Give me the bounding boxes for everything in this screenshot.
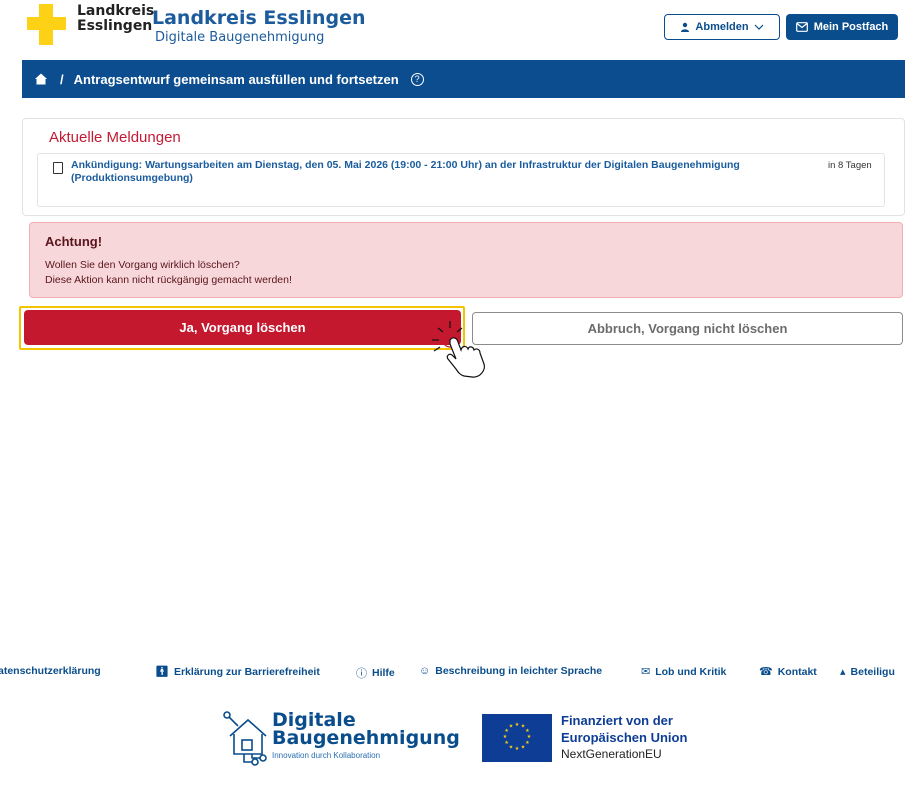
footer-link-label: Beteiligu — [850, 665, 895, 678]
hand-cursor-icon — [432, 321, 485, 378]
footer-link-label: Hilfe — [372, 667, 395, 679]
svg-text:★: ★ — [509, 724, 514, 730]
user-icon — [681, 22, 690, 32]
logout-button[interactable]: Abmelden — [664, 14, 780, 40]
breadcrumb-current: Antragsentwurf gemeinsam ausfüllen und f… — [73, 71, 399, 87]
footer-link-beteiligung[interactable]: ▴ Beteiligu — [840, 665, 895, 679]
breadcrumb-separator: / — [60, 71, 64, 87]
footer-link-kontakt[interactable]: ☎ Kontakt — [759, 665, 817, 679]
site-header: Landkreis Esslingen Landkreis Esslingen … — [0, 0, 905, 58]
footer-link-lob-kritik[interactable]: ✉ Lob und Kritik — [641, 665, 727, 679]
person-icon: ▴ — [840, 666, 846, 678]
logo-wordmark: Landkreis Esslingen — [77, 4, 154, 34]
svg-text:★: ★ — [521, 744, 526, 750]
help-icon: ⓘ — [356, 668, 367, 680]
footer-link-label: atenschutzerklärung — [0, 665, 101, 677]
announcement-link[interactable]: Ankündigung: Wartungsarbeiten am Diensta… — [71, 159, 823, 185]
footer-link-hilfe[interactable]: ⓘ Hilfe — [356, 665, 395, 681]
alert-title: Achtung! — [45, 234, 103, 249]
confirm-delete-button[interactable]: Ja, Vorgang löschen — [24, 310, 461, 345]
db-logo-line2: Baugenehmigung — [272, 727, 460, 749]
help-icon[interactable]: ? — [410, 72, 424, 86]
eu-line3: NextGenerationEU — [561, 747, 662, 761]
eu-line1: Finanziert von der — [561, 713, 673, 728]
eu-funding-notice: Finanziert von der Europäischen Union Ne… — [561, 712, 687, 763]
announcements-panel: Aktuelle Meldungen Ankündigung: Wartungs… — [22, 118, 905, 216]
envelope-icon — [795, 22, 808, 32]
site-subtitle: Digitale Baugenehmigung — [155, 30, 325, 45]
document-icon — [53, 162, 63, 174]
site-title[interactable]: Landkreis Esslingen — [152, 8, 366, 28]
breadcrumb: / Antragsentwurf gemeinsam ausfüllen und… — [22, 60, 905, 98]
logo-line1: Landkreis — [77, 3, 155, 19]
footer-link-label: Erklärung zur Barrierefreiheit — [173, 665, 320, 678]
svg-text:★: ★ — [525, 740, 530, 746]
eu-line2: Europäischen Union — [561, 730, 688, 745]
announcements-title: Aktuelle Meldungen — [49, 129, 181, 146]
alert-question: Wollen Sie den Vorgang wirklich löschen? — [45, 259, 240, 271]
cancel-delete-button[interactable]: Abbruch, Vorgang nicht löschen — [472, 312, 903, 345]
db-logo-tagline: Innovation durch Kollaboration — [272, 751, 381, 760]
footer-link-label: Beschreibung in leichter Sprache — [435, 665, 603, 677]
svg-text:★: ★ — [515, 722, 520, 728]
house-circuit-icon — [223, 711, 267, 766]
phone-icon: ☎ — [759, 666, 773, 678]
home-icon[interactable] — [34, 72, 48, 86]
announcement-time: in 8 Tagen — [828, 160, 872, 171]
chevron-down-icon — [754, 24, 764, 30]
envelope-open-icon: ✉ — [641, 666, 651, 678]
logout-label: Abmelden — [695, 21, 749, 33]
alert-irreversible-note: Diese Aktion kann nicht rückgängig gemac… — [45, 274, 292, 286]
eu-flag-icon: ★ ★ ★ ★ ★ ★ ★ ★ ★ ★ ★ ★ — [482, 714, 552, 762]
svg-text:★: ★ — [509, 744, 514, 750]
footer-link-label: Kontakt — [777, 665, 817, 678]
digitale-baugenehmigung-logo[interactable]: Digitale Baugenehmigung Innovation durch… — [222, 710, 462, 768]
delete-warning-alert: Achtung! Wollen Sie den Vorgang wirklich… — [29, 222, 903, 298]
footer-link-barrierefreiheit[interactable]: 🚹︎ Erklärung zur Barrierefreiheit — [155, 665, 320, 679]
postfach-button[interactable]: Mein Postfach — [786, 14, 898, 40]
announcement-item[interactable]: Ankündigung: Wartungsarbeiten am Diensta… — [37, 153, 885, 207]
logo-line2: Esslingen — [77, 18, 153, 34]
landkreis-logo-icon[interactable] — [27, 4, 67, 46]
svg-text:★: ★ — [504, 740, 509, 746]
postfach-label: Mein Postfach — [813, 21, 889, 33]
footer-link-datenschutz[interactable]: atenschutzerklärung — [0, 665, 101, 677]
footer-link-label: Lob und Kritik — [655, 665, 727, 678]
footer-links: atenschutzerklärung 🚹︎ Erklärung zur Bar… — [0, 665, 905, 683]
smiley-icon: ☺ — [419, 665, 431, 677]
footer-link-leichte-sprache[interactable]: ☺ Beschreibung in leichter Sprache — [419, 665, 602, 677]
accessibility-icon: 🚹︎ — [155, 666, 169, 678]
svg-text:★: ★ — [503, 734, 508, 740]
svg-text:★: ★ — [515, 746, 520, 752]
